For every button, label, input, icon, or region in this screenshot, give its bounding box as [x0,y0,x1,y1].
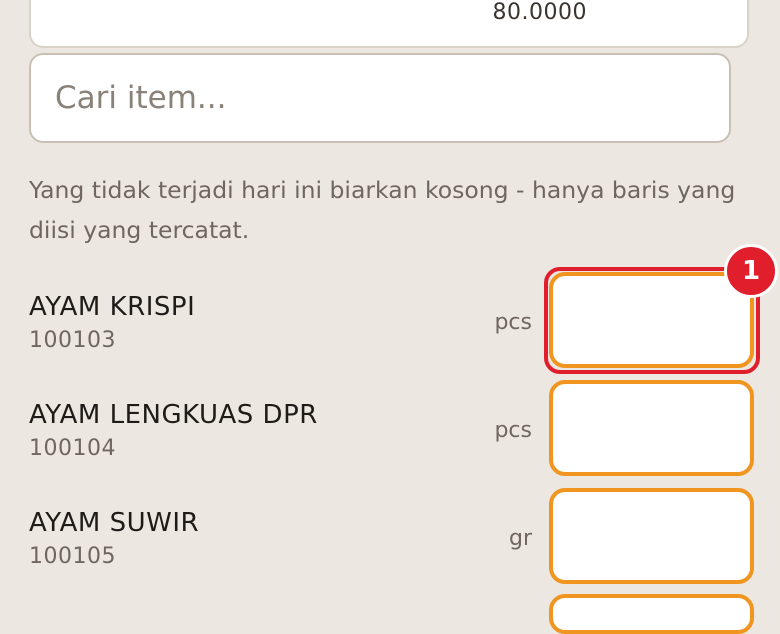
item-code: 100104 [29,436,116,461]
item-unit: pcs [494,418,532,443]
quantity-input[interactable] [549,380,754,476]
previous-field-value: 80.0000 [492,0,587,25]
item-code: 100103 [29,328,116,353]
item-row: AYAM LENGKUAS DPR 100104 pcs [0,380,780,480]
item-name: AYAM KRISPI [29,292,196,322]
item-unit: pcs [494,310,532,335]
search-input[interactable] [29,53,731,143]
item-row: AYAM SUWIR 100105 gr [0,488,780,588]
quantity-input[interactable] [549,488,754,584]
hint-text: Yang tidak terjadi hari ini biarkan koso… [29,176,736,244]
item-unit: gr [508,526,532,551]
item-code: 100105 [29,544,116,569]
item-name: AYAM SUWIR [29,508,200,538]
previous-field[interactable]: 80.0000 [29,0,749,48]
quantity-input[interactable] [549,272,754,368]
item-row: AYAM KRISPI 100103 pcs [0,272,780,372]
item-name: AYAM LENGKUAS DPR [29,400,318,430]
annotation-badge: 1 [724,244,778,298]
quantity-input-partial[interactable] [549,594,754,634]
